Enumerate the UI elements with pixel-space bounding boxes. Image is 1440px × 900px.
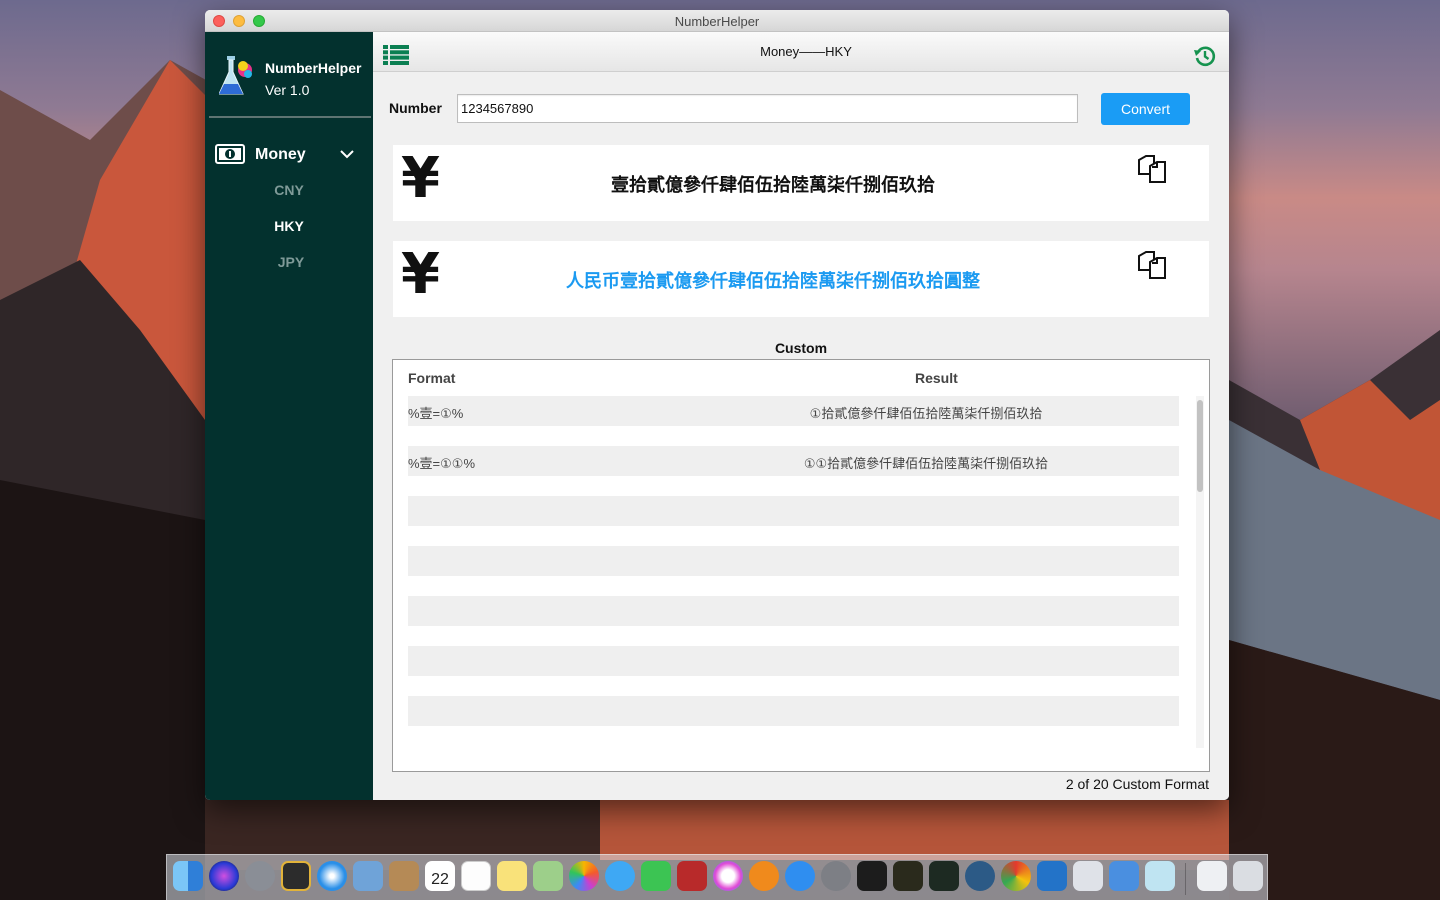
result-card-rmb: ¥ 人民币壹拾貳億參仟肆佰伍拾陸萬柒仟捌佰玖拾圓整 bbox=[393, 241, 1209, 317]
toolbar: Money——HKY bbox=[373, 32, 1229, 72]
safari-icon[interactable] bbox=[317, 861, 347, 891]
photo-booth-icon[interactable] bbox=[677, 861, 707, 891]
messages-icon[interactable] bbox=[605, 861, 635, 891]
maps-icon[interactable] bbox=[533, 861, 563, 891]
copy-icon[interactable] bbox=[1136, 155, 1168, 187]
result-cell: ①拾貳億參仟肆佰伍拾陸萬柒仟捌佰玖拾 bbox=[809, 406, 1043, 421]
finder-icon[interactable] bbox=[173, 861, 203, 891]
history-icon[interactable] bbox=[1193, 44, 1217, 68]
sidebar-section-label: Money bbox=[255, 146, 306, 163]
siri-icon[interactable] bbox=[209, 861, 239, 891]
chrome-icon[interactable] bbox=[1001, 861, 1031, 891]
preview-icon[interactable] bbox=[353, 861, 383, 891]
title-bar: NumberHelper bbox=[205, 10, 1229, 32]
contacts-icon[interactable] bbox=[389, 861, 419, 891]
system-preferences-icon[interactable] bbox=[821, 861, 851, 891]
app-store-icon[interactable] bbox=[785, 861, 815, 891]
scrollbar-thumb[interactable] bbox=[1197, 400, 1203, 492]
dock-separator bbox=[1185, 863, 1186, 895]
table-scrollbar[interactable] bbox=[1196, 396, 1204, 748]
custom-format-table: Format Result %壹=①% ①拾貳億參仟肆佰伍拾陸萬柒仟捌佰玖拾 %… bbox=[392, 359, 1210, 772]
result-card-traditional: ¥ 壹拾貳億參仟肆佰伍拾陸萬柒仟捌佰玖拾 bbox=[393, 145, 1209, 221]
table-row[interactable] bbox=[408, 646, 1179, 676]
table-row[interactable] bbox=[408, 696, 1179, 726]
numberhelper-icon[interactable] bbox=[1145, 861, 1175, 891]
banknote-icon bbox=[215, 144, 245, 164]
vscode-icon[interactable] bbox=[1037, 861, 1067, 891]
table-row[interactable] bbox=[408, 596, 1179, 626]
convert-button[interactable]: Convert bbox=[1101, 93, 1190, 125]
custom-section-title: Custom bbox=[774, 340, 828, 356]
downloads-icon[interactable] bbox=[1197, 861, 1227, 891]
table-row[interactable] bbox=[408, 496, 1179, 526]
photos-icon[interactable] bbox=[569, 861, 599, 891]
itunes-icon[interactable] bbox=[713, 861, 743, 891]
number-label: Number bbox=[389, 100, 442, 116]
dock: 22 bbox=[166, 854, 1268, 900]
result-text: 人民币壹拾貳億參仟肆佰伍拾陸萬柒仟捌佰玖拾圓整 bbox=[566, 271, 980, 291]
sidebar: NumberHelper Ver 1.0 Money CNY HKY JPY bbox=[205, 32, 373, 800]
trash-icon[interactable] bbox=[1233, 861, 1263, 891]
copy-icon[interactable] bbox=[1136, 251, 1168, 283]
app-window: NumberHelper NumberHelper Ver 1.0 Money bbox=[205, 10, 1229, 800]
sidebar-section-money[interactable]: Money bbox=[215, 142, 365, 168]
xcode-icon[interactable] bbox=[1109, 861, 1139, 891]
chevron-down-icon[interactable] bbox=[339, 148, 355, 160]
calendar-icon[interactable]: 22 bbox=[425, 861, 455, 891]
app-logo-icon bbox=[219, 56, 252, 95]
page-title: Money——HKY bbox=[760, 44, 852, 59]
sidebar-item-jpy[interactable]: JPY bbox=[206, 254, 374, 270]
table-row[interactable] bbox=[408, 546, 1179, 576]
ibooks-icon[interactable] bbox=[749, 861, 779, 891]
activity-monitor-icon[interactable] bbox=[929, 861, 959, 891]
result-cell: ①①拾貳億參仟肆佰伍拾陸萬柒仟捌佰玖拾 bbox=[803, 456, 1049, 471]
app-name: NumberHelper bbox=[265, 60, 362, 76]
table-row[interactable]: %壹=①% ①拾貳億參仟肆佰伍拾陸萬柒仟捌佰玖拾 bbox=[408, 396, 1179, 426]
console-icon[interactable] bbox=[893, 861, 923, 891]
sidebar-item-hky[interactable]: HKY bbox=[205, 218, 372, 234]
sidebar-item-cny[interactable]: CNY bbox=[205, 182, 372, 198]
notes-icon[interactable] bbox=[497, 861, 527, 891]
column-header-result: Result bbox=[915, 370, 958, 386]
sidebar-divider bbox=[209, 116, 371, 118]
preview2-icon[interactable] bbox=[1073, 861, 1103, 891]
app-version: Ver 1.0 bbox=[265, 82, 310, 98]
format-cell: %壹=①% bbox=[408, 406, 464, 421]
main-panel: Money——HKY Number Convert ¥ 壹拾貳億參仟肆佰伍拾陸萬… bbox=[373, 32, 1229, 800]
format-cell: %壹=①①% bbox=[408, 456, 476, 471]
facetime-icon[interactable] bbox=[641, 861, 671, 891]
number-input[interactable] bbox=[457, 94, 1078, 123]
column-header-format: Format bbox=[408, 370, 456, 386]
mission-control-icon[interactable] bbox=[281, 861, 311, 891]
sourcetree-icon[interactable] bbox=[965, 861, 995, 891]
window-title: NumberHelper bbox=[674, 14, 760, 29]
result-text: 壹拾貳億參仟肆佰伍拾陸萬柒仟捌佰玖拾 bbox=[611, 175, 935, 195]
reminders-icon[interactable] bbox=[461, 861, 491, 891]
custom-format-count: 2 of 20 Custom Format bbox=[1065, 776, 1209, 792]
terminal-icon[interactable] bbox=[857, 861, 887, 891]
launchpad-icon[interactable] bbox=[245, 861, 275, 891]
table-row[interactable]: %壹=①①% ①①拾貳億參仟肆佰伍拾陸萬柒仟捌佰玖拾 bbox=[408, 446, 1179, 476]
